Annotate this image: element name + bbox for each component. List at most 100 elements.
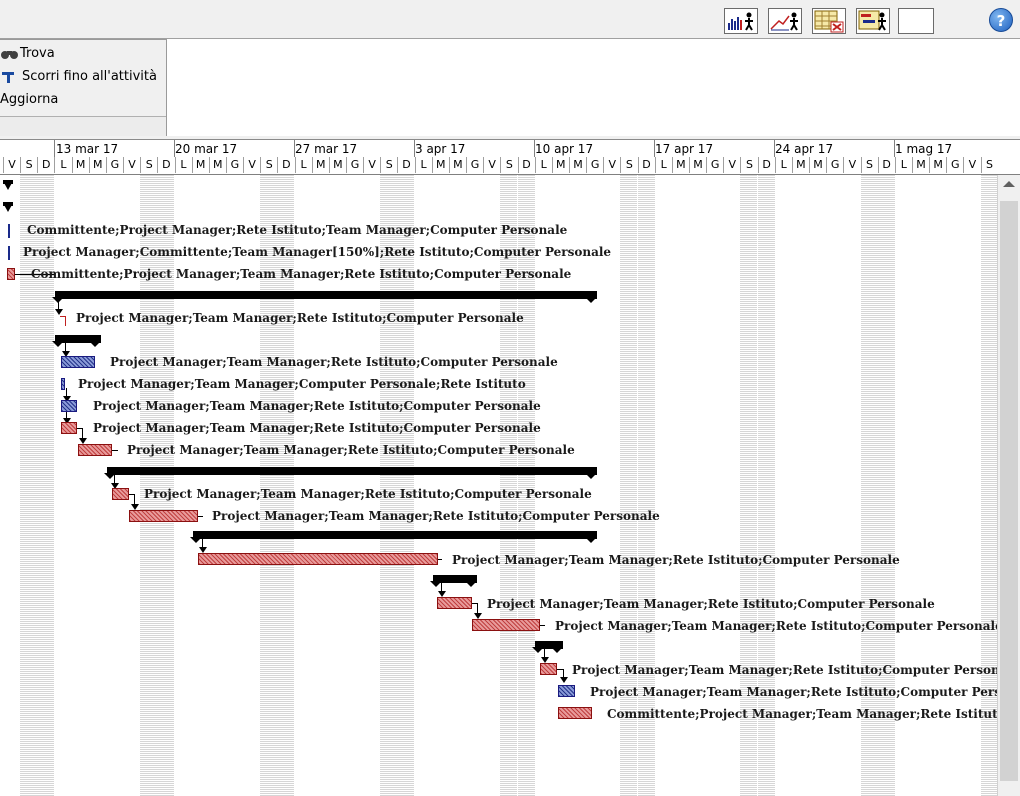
critical-task-bar[interactable] — [61, 400, 77, 412]
day-label: M — [311, 157, 329, 173]
week-label: 20 mar 17 — [175, 142, 238, 156]
help-icon: ? — [996, 12, 1006, 30]
team-planner-button[interactable] — [856, 8, 890, 34]
day-label: L — [54, 157, 71, 173]
resource-label: Project Manager;Team Manager;Computer Pe… — [78, 377, 526, 391]
day-label: L — [414, 157, 432, 173]
week-label: 24 apr 17 — [775, 142, 834, 156]
day-label: M — [328, 157, 346, 173]
task-usage-button[interactable] — [812, 8, 846, 34]
day-label: M — [71, 157, 89, 173]
day-label: M — [88, 157, 106, 173]
task-bar[interactable] — [472, 619, 540, 631]
menu-item-refresh[interactable]: Aggiorna — [0, 92, 58, 107]
menu-item-scroll-to-task[interactable]: Scorri fino all'attività — [0, 69, 157, 84]
critical-task-bar[interactable] — [61, 356, 95, 368]
day-label: L — [774, 157, 792, 173]
nonworking-day-band — [757, 175, 775, 796]
team-planner-icon — [858, 10, 886, 31]
week-label: 13 mar 17 — [56, 142, 119, 156]
task-bar[interactable] — [112, 488, 129, 500]
task-bar[interactable] — [7, 268, 15, 280]
summary-cap — [52, 341, 64, 347]
day-label: G — [946, 157, 963, 173]
summary-cap — [532, 647, 544, 653]
day-label: V — [483, 157, 500, 173]
resource-label: Project Manager;Team Manager;Rete Istitu… — [93, 399, 541, 413]
task-bar[interactable] — [78, 444, 112, 456]
scrollbar-thumb[interactable] — [1000, 201, 1018, 781]
resource-label: Project Manager;Team Manager;Rete Istitu… — [590, 685, 997, 699]
day-label: G — [706, 157, 723, 173]
week-divider — [414, 140, 415, 157]
resource-graph-button[interactable] — [724, 8, 758, 34]
summary-bar[interactable] — [3, 202, 13, 206]
day-label: V — [363, 157, 380, 173]
task-bar[interactable] — [61, 422, 77, 434]
week-divider — [654, 140, 655, 157]
nonworking-day-band — [980, 175, 997, 796]
day-label: M — [551, 157, 569, 173]
day-label: L — [294, 157, 312, 173]
resource-usage-icon — [770, 12, 798, 31]
resource-label: Project Manager;Team Manager;Rete Istitu… — [93, 421, 541, 435]
resource-label: Project Manager;Team Manager;Rete Istitu… — [555, 619, 997, 633]
menu-item-find[interactable]: Trova — [0, 46, 55, 61]
vertical-scrollbar[interactable] — [997, 175, 1020, 796]
task-bar[interactable] — [437, 597, 472, 609]
critical-task-bar[interactable] — [61, 378, 65, 390]
help-button[interactable]: ? — [989, 8, 1013, 32]
task-usage-icon — [814, 10, 844, 33]
day-label: S — [380, 157, 397, 173]
day-label: S — [620, 157, 637, 173]
task-bar[interactable] — [558, 707, 592, 719]
nonworking-day-band — [860, 175, 878, 796]
resource-label: Project Manager;Team Manager;Rete Istitu… — [452, 553, 900, 567]
day-label: M — [208, 157, 226, 173]
day-label: S — [500, 157, 517, 173]
task-bar[interactable] — [540, 663, 557, 675]
day-label: D — [877, 157, 895, 173]
day-label: M — [671, 157, 689, 173]
resource-label: Committente;Project Manager;Rete Istitut… — [27, 223, 568, 237]
resource-label: Project Manager;Team Manager;Rete Istitu… — [144, 487, 592, 501]
day-label: S — [980, 157, 998, 173]
day-label: V — [3, 157, 20, 173]
day-label: M — [791, 157, 809, 173]
day-label: D — [637, 157, 655, 173]
day-label: V — [723, 157, 740, 173]
resource-label: Project Manager;Team Manager;Rete Istitu… — [110, 355, 558, 369]
day-label: L — [174, 157, 192, 173]
week-label: 3 apr 17 — [415, 142, 466, 156]
day-label: G — [466, 157, 483, 173]
day-label: G — [586, 157, 603, 173]
summary-bar[interactable] — [55, 291, 597, 299]
day-label: D — [277, 157, 294, 173]
nonworking-day-band — [740, 175, 758, 796]
gantt-chart[interactable]: Committente;Project Manager;Rete Istitut… — [0, 175, 997, 796]
summary-bar[interactable] — [3, 180, 13, 184]
dependency-arrow — [55, 309, 63, 315]
menu-item-scroll-label: Scorri fino all'attività — [22, 69, 157, 84]
task-bar[interactable] — [129, 510, 198, 522]
menu-item-refresh-label: Aggiorna — [0, 92, 59, 107]
scroll-up-icon[interactable] — [1003, 181, 1015, 187]
summary-bar[interactable] — [193, 531, 597, 539]
week-divider — [294, 140, 295, 157]
resource-graph-icon — [728, 12, 753, 31]
day-label: D — [397, 157, 414, 173]
summary-bar[interactable] — [107, 467, 597, 475]
resource-usage-button[interactable] — [768, 8, 802, 34]
critical-task-bar[interactable] — [558, 685, 575, 697]
task-bar[interactable] — [65, 316, 66, 326]
day-label: M — [191, 157, 209, 173]
blank-view-button[interactable] — [898, 8, 934, 34]
binoculars-icon — [1, 50, 18, 59]
day-label: S — [140, 157, 157, 173]
task-bar[interactable] — [198, 553, 438, 565]
week-divider — [774, 140, 775, 157]
dependency-link — [438, 559, 442, 560]
task-bar[interactable] — [8, 224, 10, 238]
day-label: L — [654, 157, 672, 173]
task-bar[interactable] — [8, 246, 10, 260]
